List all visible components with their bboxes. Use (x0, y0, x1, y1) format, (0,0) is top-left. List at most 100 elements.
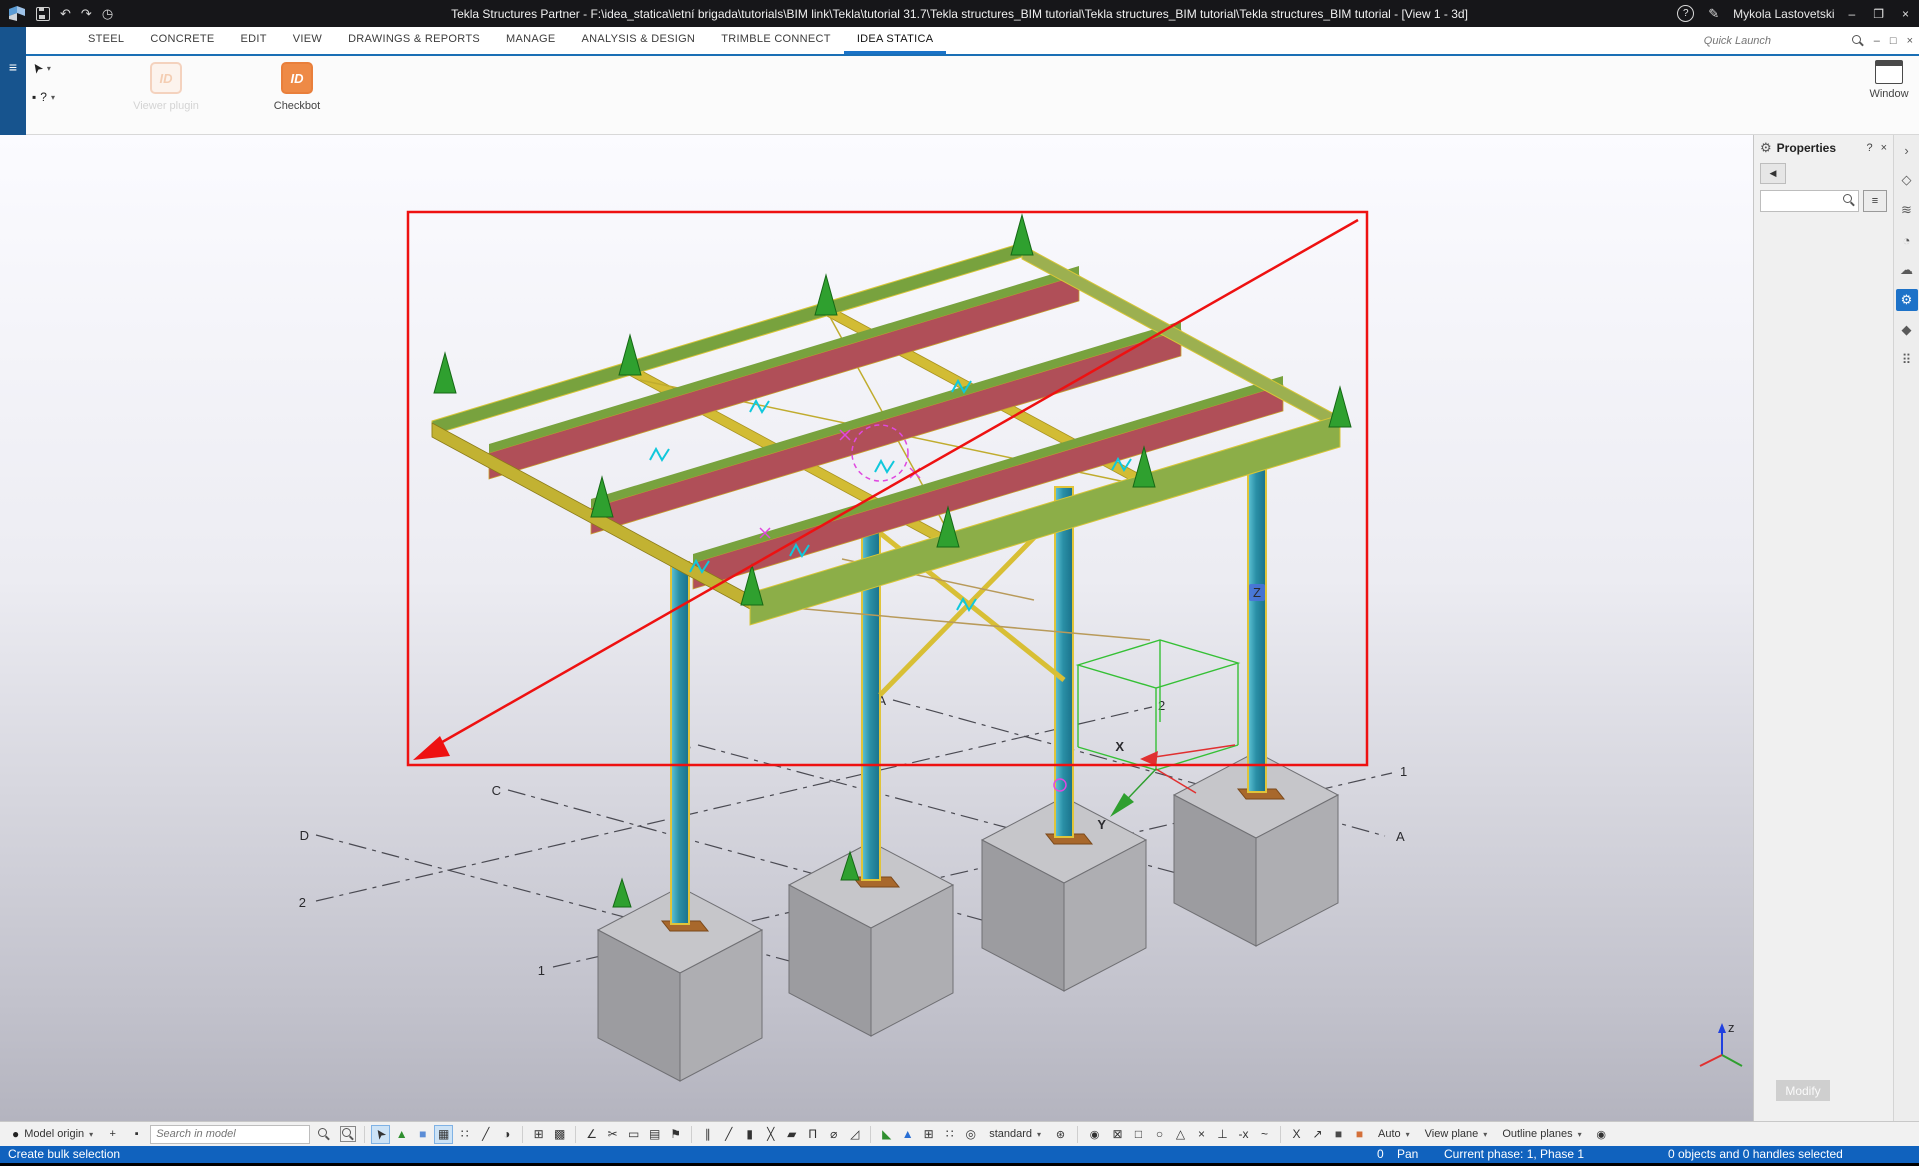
grid-fine-icon[interactable]: ▩ (550, 1125, 569, 1144)
visibility-eye-button[interactable]: ◉ (1084, 1124, 1105, 1145)
inquiry-tool-button[interactable]: ▪ ? ▾ (32, 90, 55, 104)
face-select-icon[interactable]: ▭ (624, 1125, 643, 1144)
cut-plane-icon[interactable]: ✂ (603, 1125, 622, 1144)
snap-perimeter-icon[interactable]: ◑ (497, 1125, 516, 1144)
tab-manage[interactable]: MANAGE (493, 27, 568, 54)
column (671, 562, 689, 924)
create-view-grid-icon[interactable]: ⊞ (919, 1125, 938, 1144)
tab-idea-statica[interactable]: IDEA STATICA (844, 27, 947, 54)
snap-cone-icon[interactable]: ▲ (392, 1125, 411, 1144)
layout-grid-icon[interactable]: ⠿ (1896, 349, 1918, 371)
create-corner-icon[interactable]: ◿ (845, 1125, 864, 1144)
tab-concrete[interactable]: CONCRETE (137, 27, 227, 54)
window-button[interactable]: Window (1863, 58, 1915, 100)
zoom-original-icon[interactable]: ◎ (961, 1125, 980, 1144)
tab-edit[interactable]: EDIT (227, 27, 279, 54)
modify-button[interactable]: Modify (1776, 1080, 1830, 1101)
material-sphere-icon[interactable]: ◔ (1896, 229, 1918, 251)
quick-launch-input[interactable] (1702, 34, 1846, 48)
create-column-icon[interactable]: ▮ (740, 1125, 759, 1144)
tab-drawings-reports[interactable]: DRAWINGS & REPORTS (335, 27, 493, 54)
view-plane-dropdown[interactable]: View plane ▾ (1419, 1125, 1494, 1144)
snap-part-icon[interactable]: ■ (413, 1125, 432, 1144)
work-area-icon[interactable]: ◣ (877, 1125, 896, 1144)
planes-eye-button[interactable]: ◉ (1591, 1124, 1612, 1145)
undo-icon[interactable]: ↶ (60, 6, 71, 22)
create-plate-icon[interactable]: ▰ (782, 1125, 801, 1144)
hamburger-menu-icon[interactable]: ≡ (9, 59, 17, 135)
properties-gear-icon[interactable]: ⚙ (1896, 289, 1918, 311)
angle-snap-icon[interactable]: ∠ (582, 1125, 601, 1144)
auto-dropdown[interactable]: Auto ▾ (1372, 1125, 1416, 1144)
workplane-grid-button[interactable]: ⊛ (1050, 1124, 1071, 1145)
section-icon[interactable]: ▤ (645, 1125, 664, 1144)
grid-icon[interactable]: ⊞ (529, 1125, 548, 1144)
applications-icon[interactable]: ◇ (1896, 169, 1918, 191)
snap-grid-intersect-icon[interactable]: ▦ (434, 1125, 453, 1144)
create-brace-icon[interactable]: ╳ (761, 1125, 780, 1144)
render-orange-icon[interactable]: ■ (1350, 1125, 1369, 1144)
origin-box-button[interactable]: ▪ (126, 1124, 147, 1145)
create-beam-icon[interactable]: ∥ (698, 1125, 717, 1144)
fly-mode-icon[interactable]: ↗ (1308, 1125, 1327, 1144)
create-frame-icon[interactable]: Π (803, 1125, 822, 1144)
snap-points-icon[interactable]: ∷ (455, 1125, 474, 1144)
outline-planes-dropdown[interactable]: Outline planes ▾ (1496, 1125, 1587, 1144)
select-tool-button[interactable]: ➤ ▾ (32, 60, 55, 76)
create-null-icon[interactable]: ⌀ (824, 1125, 843, 1144)
tab-view[interactable]: VIEW (280, 27, 335, 54)
representation-dropdown[interactable]: standard ▾ (983, 1125, 1047, 1144)
view-restore-icon[interactable]: □ (1890, 35, 1897, 47)
tab-trimble-connect[interactable]: TRIMBLE CONNECT (708, 27, 844, 54)
app-restore-icon[interactable]: ❐ (1873, 7, 1884, 21)
select-cross-icon[interactable]: × (1192, 1125, 1211, 1144)
history-icon[interactable]: ◷ (102, 6, 113, 22)
tab-steel[interactable]: STEEL (75, 27, 137, 54)
app-minimize-icon[interactable]: – (1849, 7, 1856, 21)
select-poly-icon[interactable]: △ (1171, 1125, 1190, 1144)
select-wave-icon[interactable]: ~ (1255, 1125, 1274, 1144)
flag-icon[interactable]: ⚑ (666, 1125, 685, 1144)
grid-label-2-left: 2 (299, 895, 306, 910)
model-search-window-button[interactable] (337, 1124, 358, 1145)
properties-help-icon[interactable]: ? (1866, 142, 1872, 154)
app-close-icon[interactable]: × (1902, 7, 1909, 21)
model-search-button[interactable] (313, 1124, 334, 1145)
select-minus-icon[interactable]: -x (1234, 1125, 1253, 1144)
view-direction-icon[interactable]: ▲ (898, 1125, 917, 1144)
properties-close-icon[interactable]: × (1881, 142, 1887, 154)
select-perp-icon[interactable]: ⊥ (1213, 1125, 1232, 1144)
search-icon[interactable] (1852, 35, 1864, 47)
quick-launch[interactable] (1702, 34, 1864, 48)
components-cube-icon[interactable]: ◆ (1896, 319, 1918, 341)
expand-panel-icon[interactable]: › (1896, 139, 1918, 161)
properties-list-button[interactable]: ≡ (1863, 190, 1887, 212)
add-location-button[interactable]: + (102, 1124, 123, 1145)
view-minimize-icon[interactable]: – (1874, 35, 1880, 47)
properties-search[interactable] (1760, 190, 1859, 212)
view-cells-icon[interactable]: ∷ (940, 1125, 959, 1144)
snap-line-icon[interactable]: ╱ (476, 1125, 495, 1144)
catalog-icon[interactable]: ≋ (1896, 199, 1918, 221)
select-filter-icon[interactable]: X (1287, 1125, 1306, 1144)
redo-icon[interactable]: ↷ (81, 6, 92, 22)
cloud-icon[interactable]: ☁ (1896, 259, 1918, 281)
checkbot-button[interactable]: ID Checkbot (262, 60, 332, 112)
select-pointer-icon[interactable]: ➤ (371, 1125, 390, 1144)
properties-back-button[interactable]: ◀ (1760, 163, 1786, 184)
save-icon[interactable] (36, 7, 50, 21)
tab-analysis-design[interactable]: ANALYSIS & DESIGN (568, 27, 708, 54)
render-dark-icon[interactable]: ■ (1329, 1125, 1348, 1144)
viewer-plugin-button[interactable]: ID Viewer plugin (118, 60, 214, 112)
model-search-input[interactable] (150, 1125, 310, 1144)
select-circle-icon[interactable]: ○ (1150, 1125, 1169, 1144)
model-viewport[interactable]: A A B B C C D D 1 1 2 2 (0, 135, 1753, 1121)
view-close-icon[interactable]: × (1907, 35, 1913, 47)
select-box-icon[interactable]: □ (1129, 1125, 1148, 1144)
select-all-icon[interactable]: ⊠ (1108, 1125, 1127, 1144)
model-origin-dropdown[interactable]: ● Model origin ▾ (6, 1125, 99, 1144)
create-diagonal-icon[interactable]: ╱ (719, 1125, 738, 1144)
account-edit-icon[interactable]: ✎ (1708, 6, 1719, 22)
main-menu-strip[interactable]: ≡ (0, 27, 26, 135)
help-icon[interactable]: ? (1677, 5, 1694, 22)
